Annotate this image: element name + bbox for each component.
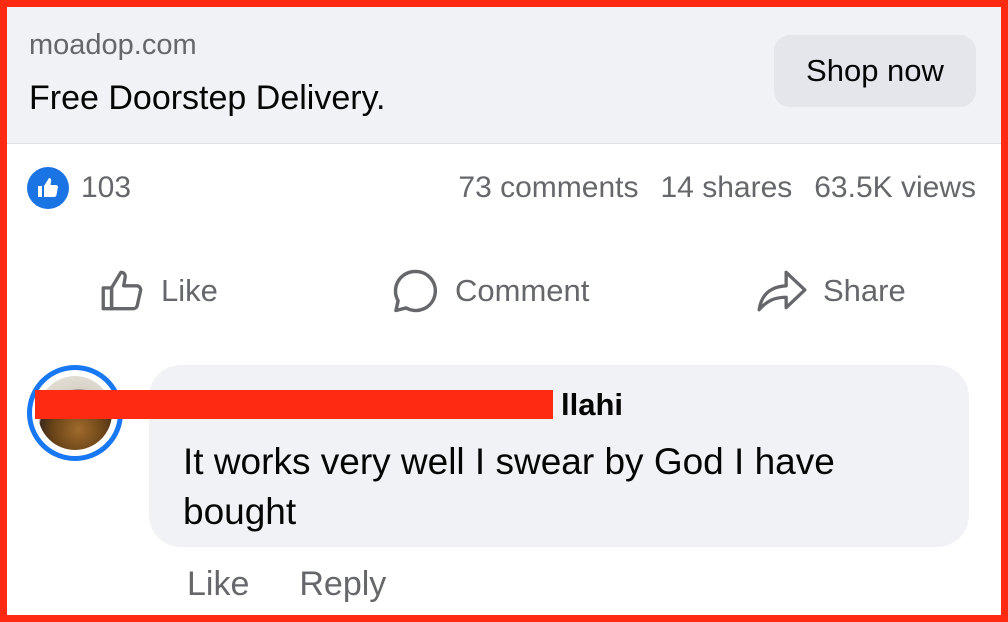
shares-count[interactable]: 14 shares	[661, 171, 793, 205]
comment-button[interactable]: Comment	[389, 259, 589, 323]
post-action-bar: Like Comment Share	[7, 259, 1001, 323]
reaction-count[interactable]: 103	[81, 171, 131, 205]
share-label: Share	[823, 273, 906, 308]
shop-now-button[interactable]: Shop now	[774, 35, 976, 107]
ad-link-preview[interactable]: moadop.com Free Doorstep Delivery. Shop …	[7, 7, 1001, 144]
comments-count[interactable]: 73 comments	[458, 171, 638, 205]
thumbs-up-icon	[101, 270, 143, 311]
share-arrow-icon	[757, 270, 807, 312]
like-reaction-icon[interactable]	[27, 167, 69, 209]
comment-label: Comment	[455, 273, 590, 308]
ad-domain: moadop.com	[29, 29, 197, 61]
redaction-bar	[35, 390, 553, 419]
comment-text: It works very well I swear by God I have…	[183, 441, 835, 532]
engagement-stats: 103 73 comments 14 shares 63.5K views	[7, 167, 1001, 211]
comment-icon	[393, 269, 438, 313]
views-count: 63.5K views	[814, 171, 976, 204]
post-frame: moadop.com Free Doorstep Delivery. Shop …	[0, 0, 1008, 622]
ad-headline: Free Doorstep Delivery.	[29, 79, 386, 117]
share-button[interactable]: Share	[755, 259, 906, 323]
comment-actions: Like Reply	[187, 565, 386, 604]
like-label: Like	[161, 273, 218, 308]
like-button[interactable]: Like	[97, 259, 218, 323]
comment-reply-link[interactable]: Reply	[299, 565, 386, 604]
comment-author-name[interactable]: llahi	[561, 387, 623, 423]
comment-like-link[interactable]: Like	[187, 565, 249, 604]
